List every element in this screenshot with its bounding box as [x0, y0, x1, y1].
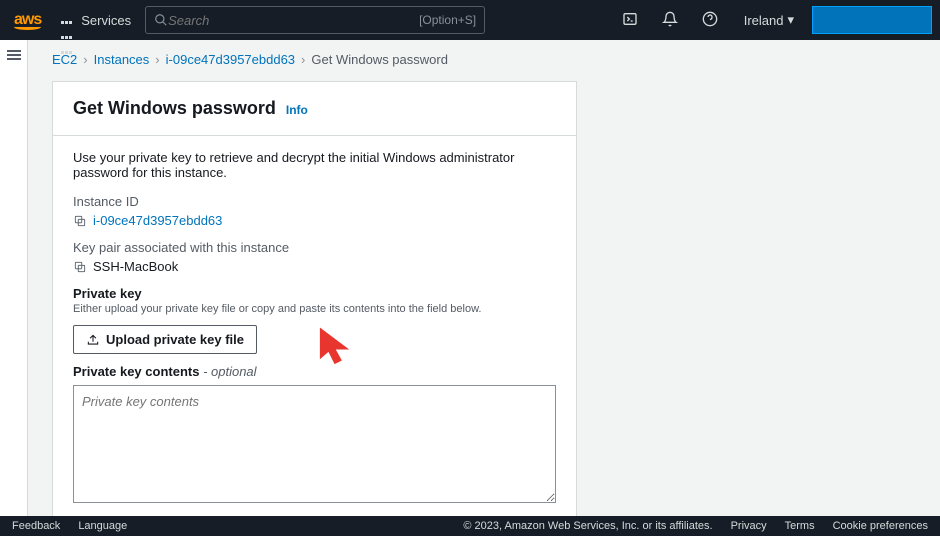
private-key-label: Private key — [73, 286, 556, 301]
chevron-right-icon: › — [83, 52, 87, 67]
upload-private-key-button[interactable]: Upload private key file — [73, 325, 257, 354]
hamburger-icon[interactable] — [7, 48, 21, 62]
services-label: Services — [81, 13, 131, 28]
copy-icon[interactable] — [73, 260, 87, 274]
grid-icon — [61, 13, 75, 27]
account-menu[interactable] — [812, 6, 932, 34]
aws-logo[interactable]: aws — [8, 11, 47, 30]
keypair-label: Key pair associated with this instance — [73, 240, 556, 255]
breadcrumb-instances[interactable]: Instances — [94, 52, 150, 67]
page-title: Get Windows password — [73, 98, 276, 119]
get-password-panel: Get Windows password Info Use your priva… — [52, 81, 577, 516]
footer-terms[interactable]: Terms — [785, 520, 815, 532]
upload-icon — [86, 333, 100, 347]
help-icon[interactable] — [694, 5, 726, 36]
footer-feedback[interactable]: Feedback — [12, 520, 60, 532]
region-selector[interactable]: Ireland ▾ — [734, 12, 804, 28]
chevron-down-icon: ▾ — [787, 12, 794, 28]
region-label: Ireland — [744, 13, 784, 28]
footer-privacy[interactable]: Privacy — [731, 520, 767, 532]
info-link[interactable]: Info — [286, 103, 308, 117]
breadcrumb: EC2 › Instances › i-09ce47d3957ebdd63 › … — [52, 52, 916, 67]
footer-cookies[interactable]: Cookie preferences — [833, 520, 928, 532]
breadcrumb-current: Get Windows password — [311, 52, 448, 67]
instance-id-label: Instance ID — [73, 194, 556, 209]
panel-description: Use your private key to retrieve and dec… — [73, 150, 556, 180]
top-nav: aws Services [Option+S] Ireland ▾ — [0, 0, 940, 40]
panel-header: Get Windows password Info — [53, 82, 576, 136]
keypair-value: SSH-MacBook — [93, 259, 178, 274]
search-shortcut: [Option+S] — [419, 13, 476, 27]
chevron-right-icon: › — [155, 52, 159, 67]
chevron-right-icon: › — [301, 52, 305, 67]
left-rail — [0, 40, 28, 516]
services-menu[interactable]: Services — [55, 9, 137, 32]
breadcrumb-ec2[interactable]: EC2 — [52, 52, 77, 67]
private-key-hint: Either upload your private key file or c… — [73, 303, 556, 315]
upload-button-label: Upload private key file — [106, 332, 244, 347]
footer-language[interactable]: Language — [78, 520, 127, 532]
footer: Feedback Language © 2023, Amazon Web Ser… — [0, 516, 940, 536]
private-key-contents-textarea[interactable] — [73, 385, 556, 503]
notifications-icon[interactable] — [654, 5, 686, 36]
breadcrumb-instance-id[interactable]: i-09ce47d3957ebdd63 — [166, 52, 295, 67]
search-input[interactable] — [168, 13, 419, 28]
private-key-contents-label: Private key contents - optional — [73, 364, 556, 379]
cloudshell-icon[interactable] — [614, 5, 646, 36]
main-content: EC2 › Instances › i-09ce47d3957ebdd63 › … — [28, 40, 940, 516]
global-search[interactable]: [Option+S] — [145, 6, 485, 34]
instance-id-value[interactable]: i-09ce47d3957ebdd63 — [93, 213, 222, 228]
copy-icon[interactable] — [73, 214, 87, 228]
search-icon — [154, 13, 168, 27]
footer-copyright: © 2023, Amazon Web Services, Inc. or its… — [463, 520, 712, 532]
